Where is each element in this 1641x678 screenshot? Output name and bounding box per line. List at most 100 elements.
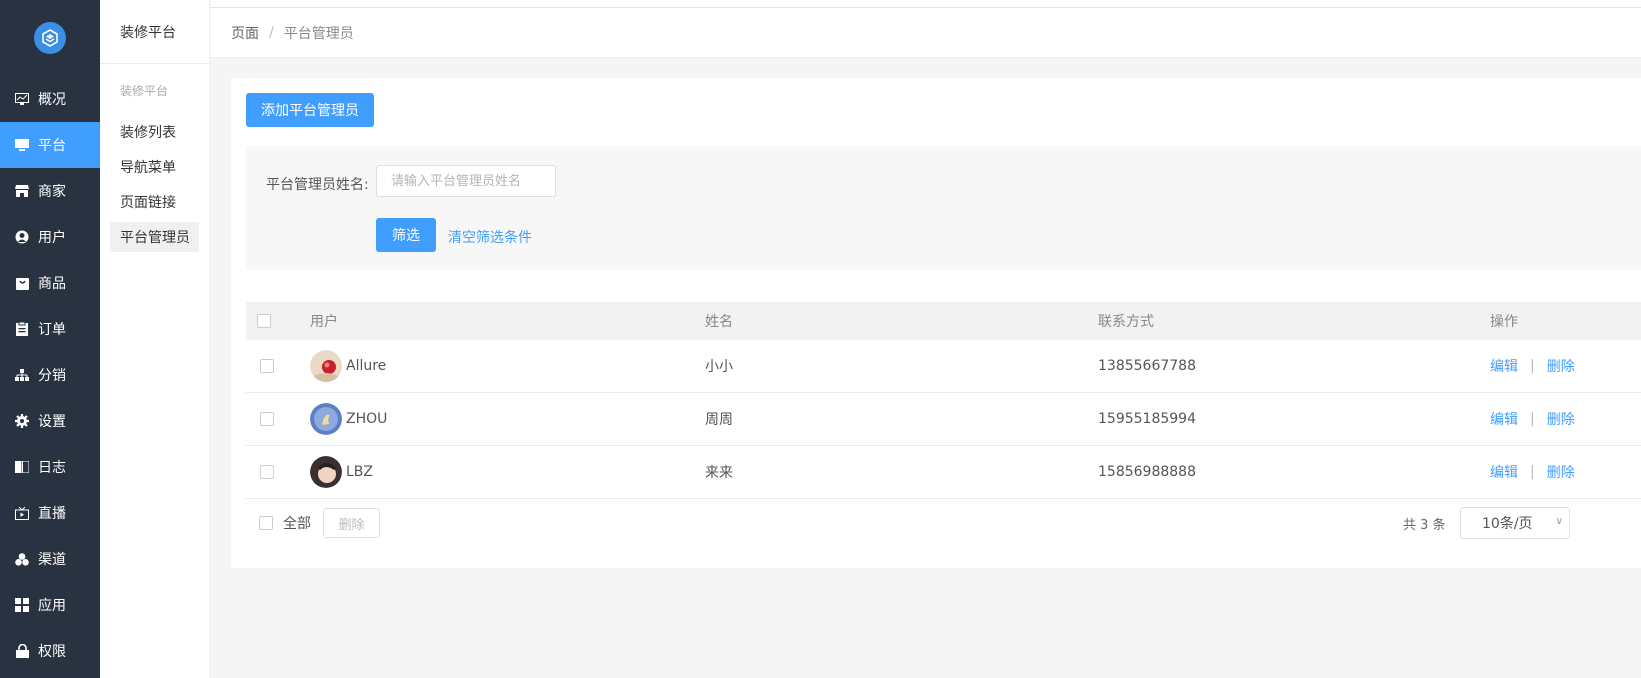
delete-link[interactable]: 删除: [1547, 409, 1575, 429]
contact-cell: 15856988888: [1098, 464, 1196, 480]
clear-filter-link[interactable]: 清空筛选条件: [448, 227, 532, 247]
sub-item-page-links[interactable]: 页面链接: [110, 187, 199, 217]
admin-table: 用户 姓名 联系方式 操作 Allure 小小 13855667788 编辑 |…: [246, 302, 1641, 499]
sub-item-decoration-list[interactable]: 装修列表: [110, 117, 199, 147]
monitor-icon: [14, 137, 30, 153]
nav-item-overview[interactable]: 概况: [0, 76, 100, 122]
ops-separator: |: [1530, 464, 1535, 480]
name-cell: 周周: [705, 412, 733, 428]
delete-link[interactable]: 删除: [1547, 356, 1575, 376]
ops-cell: 编辑 | 删除: [1490, 409, 1641, 429]
nav-item-label: 渠道: [38, 552, 66, 568]
page-size-value: 10条/页: [1482, 516, 1533, 532]
nav-item-goods[interactable]: 商品: [0, 260, 100, 306]
select-all-checkbox-header[interactable]: [257, 314, 271, 328]
filter-name-label: 平台管理员姓名:: [266, 177, 369, 193]
nav-item-channel[interactable]: 渠道: [0, 536, 100, 582]
edit-link[interactable]: 编辑: [1490, 462, 1518, 482]
nav-item-live[interactable]: 直播: [0, 490, 100, 536]
filter-button[interactable]: 筛选: [376, 218, 436, 252]
filter-panel: 平台管理员姓名: 筛选 清空筛选条件: [246, 146, 1641, 270]
gear-icon: [14, 413, 30, 429]
nav-item-label: 日志: [38, 460, 66, 476]
footer-checkbox-cell: [246, 516, 273, 530]
nav-item-label: 分销: [38, 368, 66, 384]
row-checkbox-cell: [246, 465, 310, 479]
tree-icon: [14, 367, 30, 383]
header-checkbox-cell: [246, 314, 310, 328]
select-all-label: 全部: [283, 516, 311, 532]
nav-item-label: 商品: [38, 276, 66, 292]
chart-icon: [14, 91, 30, 107]
header-name: 姓名: [705, 314, 733, 330]
tv-icon: [14, 505, 30, 521]
logo-icon: [34, 22, 66, 54]
nav-item-log[interactable]: 日志: [0, 444, 100, 490]
sub-item-platform-admins[interactable]: 平台管理员: [110, 222, 199, 252]
nav-item-apps[interactable]: 应用: [0, 582, 100, 628]
edit-link[interactable]: 编辑: [1490, 409, 1518, 429]
user-nickname: ZHOU: [346, 411, 388, 427]
table-row: LBZ 来来 15856988888 编辑 | 删除: [246, 446, 1641, 499]
user-cell: ZHOU: [310, 403, 705, 435]
contact-cell: 15955185994: [1098, 411, 1196, 427]
row-checkbox[interactable]: [260, 412, 274, 426]
logo[interactable]: [0, 0, 100, 76]
top-bar: [210, 0, 1641, 8]
page-size-select[interactable]: 10条/页 ∨: [1460, 507, 1570, 539]
nav-item-label: 平台: [38, 138, 66, 154]
avatar: [310, 456, 342, 488]
name-cell: 来来: [705, 465, 733, 481]
grid-icon: [14, 597, 30, 613]
breadcrumb-root[interactable]: 页面: [231, 23, 259, 43]
select-all-checkbox[interactable]: [259, 516, 273, 530]
header-ops: 操作: [1490, 314, 1518, 330]
admin-name-input[interactable]: [376, 165, 556, 197]
nav-item-label: 商家: [38, 184, 66, 200]
name-cell: 小小: [705, 359, 733, 375]
nav-item-label: 概况: [38, 92, 66, 108]
user-cell: LBZ: [310, 456, 705, 488]
nav-item-platform[interactable]: 平台: [0, 122, 100, 168]
nav-item-label: 权限: [38, 644, 66, 660]
nav-item-label: 用户: [38, 230, 66, 246]
table-footer: 全部 删除 共 3 条 10条/页 ∨: [246, 507, 1641, 539]
table-row: ZHOU 周周 15955185994 编辑 | 删除: [246, 393, 1641, 446]
bag-icon: [14, 275, 30, 291]
row-checkbox-cell: [246, 412, 310, 426]
nav-item-permission[interactable]: 权限: [0, 628, 100, 674]
store-icon: [14, 183, 30, 199]
edit-link[interactable]: 编辑: [1490, 356, 1518, 376]
nav-item-label: 直播: [38, 506, 66, 522]
delete-link[interactable]: 删除: [1547, 462, 1575, 482]
chevron-down-icon: ∨: [1555, 516, 1563, 527]
nav-item-settings[interactable]: 设置: [0, 398, 100, 444]
nav-item-user[interactable]: 用户: [0, 214, 100, 260]
user-cell: Allure: [310, 350, 705, 382]
nav-item-merchant[interactable]: 商家: [0, 168, 100, 214]
sub-sidebar-title: 装修平台: [100, 0, 209, 64]
user-nickname: LBZ: [346, 464, 373, 480]
row-checkbox[interactable]: [260, 465, 274, 479]
avatar: [310, 350, 342, 382]
user-nickname: Allure: [346, 358, 387, 374]
nav-item-distribution[interactable]: 分销: [0, 352, 100, 398]
breadcrumb-current: 平台管理员: [283, 25, 354, 42]
clipboard-icon: [14, 321, 30, 337]
add-admin-button[interactable]: 添加平台管理员: [246, 93, 374, 127]
ops-cell: 编辑 | 删除: [1490, 356, 1641, 376]
table-header: 用户 姓名 联系方式 操作: [246, 302, 1641, 340]
sub-sidebar-group-label: 装修平台: [120, 83, 169, 98]
sub-item-nav-menu[interactable]: 导航菜单: [110, 152, 199, 182]
bulk-delete-button[interactable]: 删除: [323, 508, 380, 538]
avatar: [310, 403, 342, 435]
nav-item-label: 设置: [38, 414, 66, 430]
nav-item-label: 订单: [38, 322, 66, 338]
nav-item-order[interactable]: 订单: [0, 306, 100, 352]
lock-icon: [14, 643, 30, 659]
breadcrumb-separator: /: [269, 24, 274, 41]
book-icon: [14, 459, 30, 475]
breadcrumb: 页面 / 平台管理员: [210, 8, 1641, 58]
cluster-icon: [14, 551, 30, 567]
row-checkbox[interactable]: [260, 359, 274, 373]
